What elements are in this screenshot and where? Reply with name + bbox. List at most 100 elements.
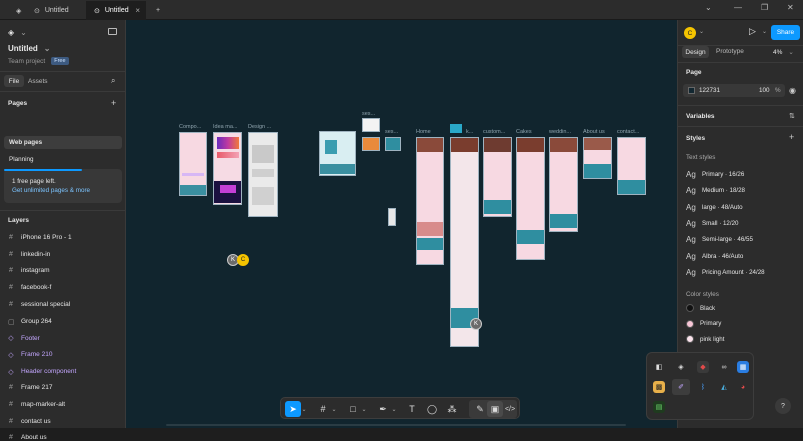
window-close-icon[interactable]: ✕ bbox=[787, 3, 794, 12]
layer-item[interactable]: # sessional special bbox=[8, 301, 70, 308]
layer-item[interactable]: ◇ Frame 210 bbox=[8, 351, 52, 359]
present-icon[interactable]: ▷ bbox=[749, 26, 756, 37]
text-style-item[interactable]: Ag Albra · 46/Auto bbox=[686, 252, 743, 261]
plugin-icon[interactable]: ▦ bbox=[737, 361, 749, 373]
zoom-control[interactable]: 4% ⌄ bbox=[773, 48, 794, 57]
main-menu-button[interactable]: ◈ ⌄ bbox=[8, 28, 27, 37]
close-icon[interactable]: × bbox=[135, 6, 140, 15]
layer-item[interactable]: ▢ Group 264 bbox=[8, 318, 52, 326]
layer-item[interactable]: # linkedin-in bbox=[8, 251, 50, 258]
color-style-item[interactable]: Primary bbox=[686, 319, 721, 328]
plugin-icon[interactable]: ◕ bbox=[737, 381, 749, 393]
chevron-down-icon[interactable]: ⌄ bbox=[301, 401, 307, 417]
variables-icon[interactable]: ⇅ bbox=[789, 112, 795, 120]
eye-icon[interactable]: ◉ bbox=[789, 86, 796, 95]
frame-idea[interactable] bbox=[213, 132, 242, 205]
layer-item[interactable]: ◇ Footer bbox=[8, 334, 40, 343]
page-item-planning[interactable]: Planning bbox=[9, 156, 34, 163]
new-tab-button[interactable]: + bbox=[148, 1, 164, 20]
chevron-down-icon[interactable]: ⌄ bbox=[699, 28, 704, 35]
upgrade-link[interactable]: Get unlimited pages & more bbox=[12, 187, 90, 194]
plugin-icon[interactable]: ◧ bbox=[653, 361, 665, 373]
frame-contact[interactable] bbox=[617, 137, 646, 195]
layer-item[interactable]: # map-marker-alt bbox=[8, 401, 65, 408]
chevron-down-icon[interactable]: ⌄ bbox=[331, 401, 337, 417]
tab-assets[interactable]: Assets bbox=[28, 75, 48, 87]
frame-design[interactable] bbox=[248, 132, 278, 217]
page-item-web-pages[interactable]: Web pages bbox=[9, 139, 42, 146]
share-button[interactable]: Share bbox=[771, 25, 800, 40]
move-tool-icon[interactable]: ➤ bbox=[285, 401, 301, 417]
comment-tool-icon[interactable]: ◯ bbox=[424, 401, 440, 417]
dev-mode-icon[interactable]: </> bbox=[502, 401, 518, 417]
add-style-icon[interactable]: + bbox=[789, 132, 794, 142]
frame-cakes[interactable] bbox=[516, 137, 545, 260]
restore-icon[interactable]: ❐ bbox=[761, 3, 768, 12]
chevron-down-icon[interactable]: ⌄ bbox=[361, 401, 367, 417]
minimize-icon[interactable]: — bbox=[734, 3, 742, 12]
search-icon[interactable]: ⌕ bbox=[111, 76, 115, 86]
plugin-icon[interactable]: ◆ bbox=[697, 361, 709, 373]
layer-item[interactable]: # iPhone 16 Pro - 1 bbox=[8, 234, 72, 241]
color-style-item[interactable]: Black bbox=[686, 304, 715, 312]
tab-file[interactable]: File bbox=[4, 75, 24, 87]
actions-icon[interactable]: ⁂ bbox=[444, 401, 460, 417]
chevron-down-icon[interactable]: ⌄ bbox=[391, 401, 397, 417]
text-style-item[interactable]: Ag Small · 12/20 bbox=[686, 219, 738, 228]
frame-card[interactable] bbox=[319, 131, 356, 176]
frame-tool-icon[interactable]: # bbox=[315, 401, 331, 417]
layer-item[interactable]: # contact us bbox=[8, 418, 51, 425]
frame-sessional-3[interactable] bbox=[385, 137, 401, 151]
text-style-item[interactable]: Ag Semi-large · 46/55 bbox=[686, 235, 753, 244]
horizontal-scrollbar[interactable] bbox=[166, 424, 626, 426]
text-style-item[interactable]: Ag Pricing Amount · 24/28 bbox=[686, 268, 765, 277]
frame-home[interactable] bbox=[416, 137, 444, 265]
frame-about-us[interactable] bbox=[583, 137, 612, 179]
avatar[interactable]: C bbox=[684, 27, 696, 39]
layer-item[interactable]: # facebook-f bbox=[8, 284, 51, 291]
layer-item[interactable]: ◇ Header component bbox=[8, 368, 76, 376]
frame-sessional-2[interactable] bbox=[362, 137, 380, 151]
frame-menu[interactable] bbox=[450, 137, 479, 347]
text-style-item[interactable]: Ag Primary · 16/26 bbox=[686, 170, 744, 179]
page-opacity[interactable]: 100 bbox=[759, 87, 770, 94]
chevron-down-icon[interactable]: ⌄ bbox=[762, 28, 767, 35]
toggle-sidebar-icon[interactable] bbox=[108, 28, 117, 35]
design-mode-icon[interactable]: ▣ bbox=[487, 401, 503, 417]
frame-sessional-1[interactable] bbox=[362, 118, 380, 132]
tab-file-2[interactable]: ⊙ Untitled × bbox=[86, 1, 146, 20]
help-button[interactable]: ? bbox=[775, 398, 791, 414]
bluetooth-icon[interactable]: ᛒ bbox=[697, 381, 709, 393]
plugin-icon[interactable]: ◭ bbox=[718, 381, 730, 393]
tab-design[interactable]: Design bbox=[682, 46, 709, 58]
draw-mode-icon[interactable]: ✎ bbox=[472, 401, 488, 417]
text-tool-icon[interactable]: T bbox=[404, 401, 420, 417]
layer-item[interactable]: # instagram bbox=[8, 267, 50, 274]
text-style-item[interactable]: Ag Medium · 18/28 bbox=[686, 186, 745, 195]
add-page-icon[interactable]: + bbox=[111, 98, 116, 108]
layer-item[interactable]: # Frame 217 bbox=[8, 384, 52, 391]
chevron-down-icon[interactable]: ⌄ bbox=[705, 3, 712, 12]
page-color-hex[interactable]: 122731 bbox=[699, 87, 720, 94]
tab-prototype[interactable]: Prototype bbox=[716, 48, 744, 55]
tab-file-1[interactable]: ⊙ Untitled bbox=[26, 1, 86, 20]
figma-icon[interactable]: ◈ bbox=[675, 361, 687, 373]
frame-small[interactable] bbox=[388, 208, 396, 226]
feather-icon[interactable]: ✐ bbox=[672, 379, 690, 395]
plugin-icon[interactable]: ▤ bbox=[653, 401, 665, 413]
frame-components[interactable] bbox=[179, 132, 207, 196]
text-style-item[interactable]: Ag large · 48/Auto bbox=[686, 203, 743, 212]
link-icon[interactable]: ∞ bbox=[718, 361, 730, 373]
color-style-item[interactable]: pink light bbox=[686, 335, 724, 343]
file-name[interactable]: Untitled ⌄ bbox=[8, 44, 50, 53]
color-swatch[interactable] bbox=[688, 87, 695, 94]
canvas[interactable]: Compo... Idea ma... Design ... ses... se… bbox=[126, 20, 677, 428]
frame-custom[interactable] bbox=[483, 137, 512, 217]
figma-home-button[interactable]: ◈ bbox=[8, 1, 26, 20]
layer-item[interactable]: # About us bbox=[8, 434, 47, 441]
pen-tool-icon[interactable]: ✒ bbox=[375, 401, 391, 417]
page-color-field[interactable]: 122731 100 % bbox=[683, 84, 785, 97]
frame-wedding[interactable] bbox=[549, 137, 578, 232]
plugin-icon[interactable]: ▩ bbox=[653, 381, 665, 393]
rectangle-tool-icon[interactable]: □ bbox=[345, 401, 361, 417]
